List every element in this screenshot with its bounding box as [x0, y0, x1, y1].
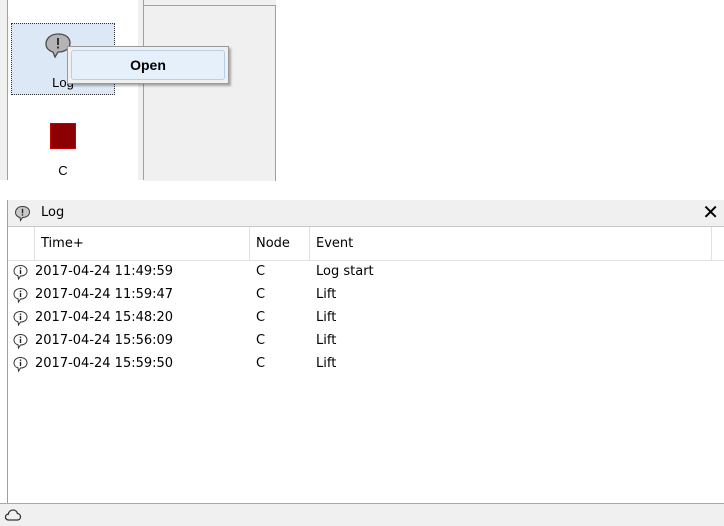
node-c[interactable]: C — [33, 113, 93, 179]
log-time: 2017-04-24 11:59:47 — [35, 287, 174, 302]
column-header-node[interactable]: Node — [250, 227, 310, 260]
info-bubble-icon — [13, 287, 28, 304]
log-node: C — [256, 287, 266, 302]
info-bubble-icon — [13, 333, 28, 350]
log-row[interactable]: 2017-04-24 15:56:09 C Lift — [8, 330, 724, 353]
node-label: C — [58, 163, 68, 178]
node-panel: Log C — [0, 0, 276, 181]
menu-item-label: Open — [130, 57, 166, 73]
info-bubble-icon — [13, 310, 28, 327]
log-panel: Log ✕ Time+ Node Event 2017-04-24 11:49:… — [7, 200, 724, 503]
column-header-event[interactable]: Event — [310, 227, 712, 260]
status-bar — [0, 503, 724, 526]
log-event: Lift — [316, 310, 337, 325]
log-time: 2017-04-24 15:56:09 — [35, 333, 174, 348]
log-column-header: Time+ Node Event — [8, 227, 724, 261]
log-event: Lift — [316, 356, 337, 371]
log-event: Lift — [316, 333, 337, 348]
column-header-time[interactable]: Time+ — [35, 227, 250, 260]
log-title: Log — [41, 205, 65, 220]
log-row[interactable]: 2017-04-24 15:59:50 C Lift — [8, 353, 724, 376]
log-time: 2017-04-24 11:49:59 — [35, 264, 174, 279]
log-time: 2017-04-24 15:59:50 — [35, 356, 174, 371]
log-node: C — [256, 264, 266, 279]
log-node: C — [256, 310, 266, 325]
log-node: C — [256, 356, 266, 371]
node-detail-pane — [144, 5, 276, 181]
log-rows: 2017-04-24 11:49:59 C Log start 2017-04-… — [8, 261, 724, 376]
log-event: Lift — [316, 287, 337, 302]
info-bubble-icon — [13, 356, 28, 373]
log-node: C — [256, 333, 266, 348]
cloud-icon[interactable] — [4, 506, 22, 524]
close-icon[interactable]: ✕ — [702, 201, 719, 223]
node-list: Log C — [7, 0, 140, 180]
log-title-bar: Log ✕ — [8, 200, 724, 227]
log-row[interactable]: 2017-04-24 15:48:20 C Lift — [8, 307, 724, 330]
info-bubble-icon — [13, 264, 28, 281]
log-row[interactable]: 2017-04-24 11:59:47 C Lift — [8, 284, 724, 307]
log-event: Log start — [316, 264, 374, 279]
log-row[interactable]: 2017-04-24 11:49:59 C Log start — [8, 261, 724, 284]
red-square-icon — [50, 123, 76, 149]
log-bubble-icon — [14, 205, 31, 222]
context-menu: Open — [67, 46, 229, 84]
menu-item-open[interactable]: Open — [71, 50, 225, 80]
log-time: 2017-04-24 15:48:20 — [35, 310, 174, 325]
column-header-icon[interactable] — [8, 227, 35, 260]
